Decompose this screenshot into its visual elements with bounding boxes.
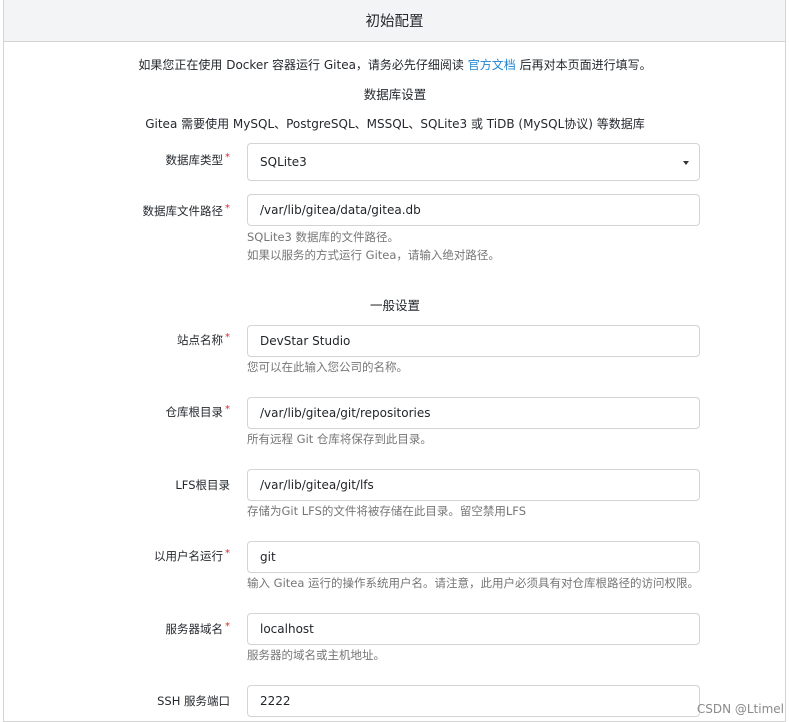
db-path-help-1: SQLite3 数据库的文件路径。 — [247, 230, 400, 244]
ssh-port-label: SSH 服务端口 — [0, 693, 230, 709]
db-type-label-text: 数据库类型 — [165, 153, 224, 167]
db-path-label: 数据库文件路径 * — [0, 203, 231, 219]
domain-label-text: 服务器域名 — [165, 622, 224, 636]
site-name-help: 您可以在此输入您公司的名称。 — [247, 360, 408, 374]
run-user-input[interactable]: git — [247, 541, 700, 573]
lfs-root-value: /var/lib/gitea/git/lfs — [260, 478, 374, 492]
required-mark: * — [225, 203, 230, 214]
official-docs-link[interactable]: 官方文档 — [468, 58, 516, 72]
page-title: 初始配置 — [4, 0, 785, 42]
chevron-down-icon — [683, 161, 689, 165]
repo-root-label-text: 仓库根目录 — [165, 405, 224, 419]
lfs-root-label: LFS根目录 — [0, 477, 230, 493]
run-user-label: 以用户名运行 * — [0, 548, 230, 564]
run-user-value: git — [260, 550, 276, 564]
lfs-root-label-text: LFS根目录 — [175, 478, 230, 492]
lfs-root-input[interactable]: /var/lib/gitea/git/lfs — [247, 469, 700, 501]
docker-notice: 如果您正在使用 Docker 容器运行 Gitea，请务必先仔细阅读 官方文档 … — [0, 56, 790, 73]
lfs-root-help: 存储为Git LFS的文件将被存储在此目录。留空禁用LFS — [247, 504, 527, 518]
db-type-select[interactable]: SQLite3 — [247, 143, 700, 181]
database-section-title: 数据库设置 — [363, 87, 427, 102]
domain-value: localhost — [260, 622, 314, 636]
required-mark: * — [225, 332, 230, 343]
site-name-value: DevStar Studio — [260, 334, 351, 348]
required-mark: * — [225, 404, 230, 415]
db-type-label: 数据库类型 * — [0, 152, 231, 168]
watermark: CSDN @Ltimel — [696, 702, 784, 716]
domain-label: 服务器域名 * — [0, 621, 231, 637]
ssh-port-value: 2222 — [260, 694, 291, 708]
docker-notice-text-after: 后再对本页面进行填写。 — [515, 58, 652, 72]
domain-input[interactable]: localhost — [247, 613, 700, 645]
site-name-label-text: 站点名称 — [177, 333, 223, 347]
site-name-label: 站点名称 * — [0, 332, 230, 348]
required-mark: * — [225, 548, 230, 559]
domain-help: 服务器的域名或主机地址。 — [247, 648, 385, 662]
db-path-help-2: 如果以服务的方式运行 Gitea，请输入绝对路径。 — [247, 248, 500, 262]
docker-notice-text: 如果您正在使用 Docker 容器运行 Gitea，请务必先仔细阅读 — [138, 58, 468, 72]
required-mark: * — [225, 152, 230, 163]
required-mark: * — [225, 621, 230, 632]
repo-root-input[interactable]: /var/lib/gitea/git/repositories — [247, 397, 700, 429]
db-path-value: /var/lib/gitea/data/gitea.db — [260, 203, 421, 217]
site-name-input[interactable]: DevStar Studio — [247, 325, 700, 357]
repo-root-value: /var/lib/gitea/git/repositories — [260, 406, 431, 420]
run-user-help: 输入 Gitea 运行的操作系统用户名。请注意，此用户必须具有对仓库根路径的访问… — [247, 576, 700, 590]
db-path-input[interactable]: /var/lib/gitea/data/gitea.db — [247, 194, 700, 226]
db-type-value: SQLite3 — [260, 155, 307, 169]
repo-root-help: 所有远程 Git 仓库将保存到此目录。 — [247, 432, 432, 446]
repo-root-label: 仓库根目录 * — [0, 404, 231, 420]
database-description: Gitea 需要使用 MySQL、PostgreSQL、MSSQL、SQLite… — [145, 117, 645, 131]
general-section-title: 一般设置 — [369, 298, 420, 313]
db-path-label-text: 数据库文件路径 — [142, 204, 224, 218]
ssh-port-input[interactable]: 2222 — [247, 685, 700, 717]
ssh-port-label-text: SSH 服务端口 — [157, 694, 230, 708]
run-user-label-text: 以用户名运行 — [154, 549, 223, 563]
